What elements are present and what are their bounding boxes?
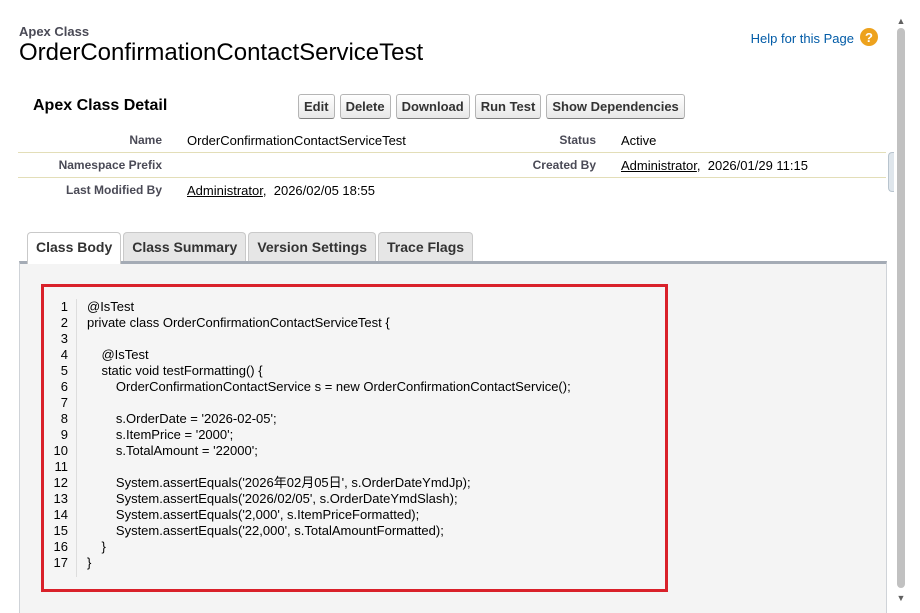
line-number: 8 xyxy=(60,411,68,426)
scroll-up-arrow-icon[interactable]: ▲ xyxy=(894,14,908,28)
created-by-value: Administrator, 2026/01/29 11:15 xyxy=(621,158,808,173)
delete-button[interactable]: Delete xyxy=(339,94,391,119)
code-line: private class OrderConfirmationContactSe… xyxy=(87,315,390,330)
code-line: System.assertEquals('2026/02/05', s.Orde… xyxy=(87,491,458,506)
code-content: @IsTest private class OrderConfirmationCo… xyxy=(87,299,571,571)
code-editor[interactable]: 1 2 3 4 5 6 7 8 9 10 11 12 13 14 15 16 17 @IsTest private… xyxy=(44,287,665,589)
line-number: 9 xyxy=(60,427,68,442)
class-tabs: Class Body Class Summary Version Setting… xyxy=(27,232,474,264)
last-modified-by-value: Administrator, 2026/02/05 18:55 xyxy=(187,183,375,198)
class-body-panel: 1 2 3 4 5 6 7 8 9 10 11 12 13 14 15 16 17 @IsTest private… xyxy=(19,261,887,613)
line-number: 3 xyxy=(60,331,68,346)
line-number: 5 xyxy=(60,363,68,378)
created-by-user-link[interactable]: Administrator xyxy=(621,158,697,173)
code-line: } xyxy=(87,555,92,570)
code-line: System.assertEquals('2026年02月05日', s.Ord… xyxy=(87,475,471,490)
created-by-label: Created By xyxy=(532,158,596,172)
code-line: System.assertEquals('2,000', s.ItemPrice… xyxy=(87,507,420,522)
tab-class-body[interactable]: Class Body xyxy=(27,232,122,264)
last-modified-by-label: Last Modified By xyxy=(65,183,162,197)
code-line: System.assertEquals('22,000', s.TotalAmo… xyxy=(87,523,444,538)
tab-trace-flags[interactable]: Trace Flags xyxy=(378,232,474,261)
code-highlight-box: 1 2 3 4 5 6 7 8 9 10 11 12 13 14 15 16 17 @IsTest private… xyxy=(41,284,668,592)
line-number: 10 xyxy=(53,443,68,458)
object-type-label: Apex Class xyxy=(19,24,90,39)
code-line: s.ItemPrice = '2000'; xyxy=(87,427,234,442)
line-number: 1 xyxy=(60,299,68,314)
line-number: 14 xyxy=(53,507,68,522)
line-number: 7 xyxy=(60,395,68,410)
line-number: 17 xyxy=(53,555,68,570)
help-question-icon[interactable]: ? xyxy=(860,28,878,46)
name-label: Name xyxy=(129,133,162,147)
apex-class-page: Apex Class OrderConfirmationContactServi… xyxy=(0,0,920,613)
tab-version-settings[interactable]: Version Settings xyxy=(248,232,377,261)
line-number: 4 xyxy=(60,347,68,362)
help-link[interactable]: Help for this Page xyxy=(751,31,854,46)
field-row-modified: Last Modified By Administrator, 2026/02/… xyxy=(18,178,886,202)
page-title: OrderConfirmationContactServiceTest xyxy=(19,39,424,66)
namespace-label: Namespace Prefix xyxy=(58,158,162,172)
tab-class-summary[interactable]: Class Summary xyxy=(123,232,247,261)
detail-button-bar: Edit Delete Download Run Test Show Depen… xyxy=(298,94,685,119)
field-row-namespace: Namespace Prefix Created By Administrato… xyxy=(18,153,886,178)
modified-by-user-link[interactable]: Administrator xyxy=(187,183,263,198)
detail-section-title: Apex Class Detail xyxy=(33,97,168,114)
modified-by-date: 2026/02/05 18:55 xyxy=(273,183,375,198)
line-number: 11 xyxy=(54,459,69,474)
download-button[interactable]: Download xyxy=(395,94,470,119)
created-by-date: 2026/01/29 11:15 xyxy=(707,158,808,173)
modified-by-separator: , xyxy=(262,183,267,198)
code-line: s.TotalAmount = '22000'; xyxy=(87,443,258,458)
scroll-down-arrow-icon[interactable]: ▼ xyxy=(894,591,908,605)
edit-button[interactable]: Edit xyxy=(298,94,335,119)
line-number: 15 xyxy=(53,523,68,538)
code-line: s.OrderDate = '2026-02-05'; xyxy=(87,411,277,426)
help-area: Help for this Page ? xyxy=(751,28,878,47)
name-value: OrderConfirmationContactServiceTest xyxy=(187,133,406,148)
code-line: @IsTest xyxy=(87,299,135,314)
status-label: Status xyxy=(559,133,596,147)
code-line: } xyxy=(87,539,106,554)
created-by-separator: , xyxy=(696,158,701,173)
field-row-name: Name OrderConfirmationContactServiceTest… xyxy=(18,128,886,153)
scroll-thumb[interactable] xyxy=(897,28,905,588)
line-number: 2 xyxy=(60,315,68,330)
line-number: 16 xyxy=(53,539,68,554)
line-number: 6 xyxy=(60,379,68,394)
code-line: static void testFormatting() { xyxy=(87,363,263,378)
line-number: 12 xyxy=(53,475,68,490)
detail-fields: Name OrderConfirmationContactServiceTest… xyxy=(18,128,886,202)
line-number: 13 xyxy=(53,491,68,506)
line-number-gutter: 1 2 3 4 5 6 7 8 9 10 11 12 13 14 15 16 17 xyxy=(44,299,77,577)
show-dependencies-button[interactable]: Show Dependencies xyxy=(546,94,685,119)
page-scrollbar[interactable]: ▲ ▼ xyxy=(894,14,908,613)
code-line: @IsTest xyxy=(87,347,149,362)
status-value: Active xyxy=(621,133,657,148)
run-test-button[interactable]: Run Test xyxy=(474,94,542,119)
code-line: OrderConfirmationContactService s = new … xyxy=(87,379,571,394)
